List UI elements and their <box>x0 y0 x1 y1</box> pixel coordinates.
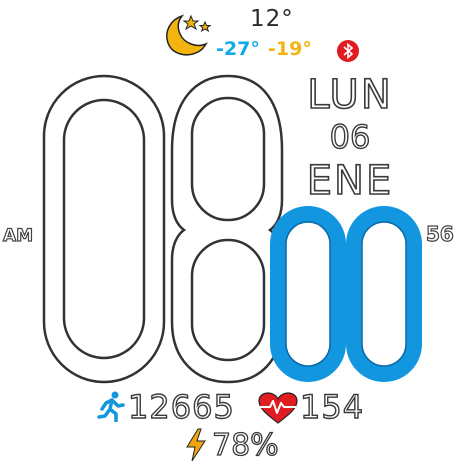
bluetooth-icon <box>337 40 359 62</box>
step-count: 12665 <box>127 387 235 426</box>
am-pm-indicator: AM <box>2 225 34 246</box>
battery-percentage: 78% <box>211 427 279 463</box>
running-icon <box>97 391 125 422</box>
month: ENE <box>306 157 394 205</box>
minute-digit-0-right <box>346 206 422 382</box>
day-of-month: 06 <box>329 117 371 156</box>
heart-rate-icon <box>258 392 298 424</box>
weekday: LUN <box>306 71 393 119</box>
heart-rate-value: 154 <box>299 387 365 426</box>
max-temperature: -19° <box>268 38 312 60</box>
lightning-bolt-icon <box>186 428 206 462</box>
minute-digit-0-left <box>270 206 346 382</box>
current-temperature: 12° <box>250 6 294 32</box>
min-temperature: -27° <box>216 38 260 60</box>
hour-digit-8 <box>170 74 284 384</box>
seconds: 56 <box>425 221 454 246</box>
moon-stars-icon <box>166 14 212 56</box>
hour-digit-0 <box>42 74 166 384</box>
